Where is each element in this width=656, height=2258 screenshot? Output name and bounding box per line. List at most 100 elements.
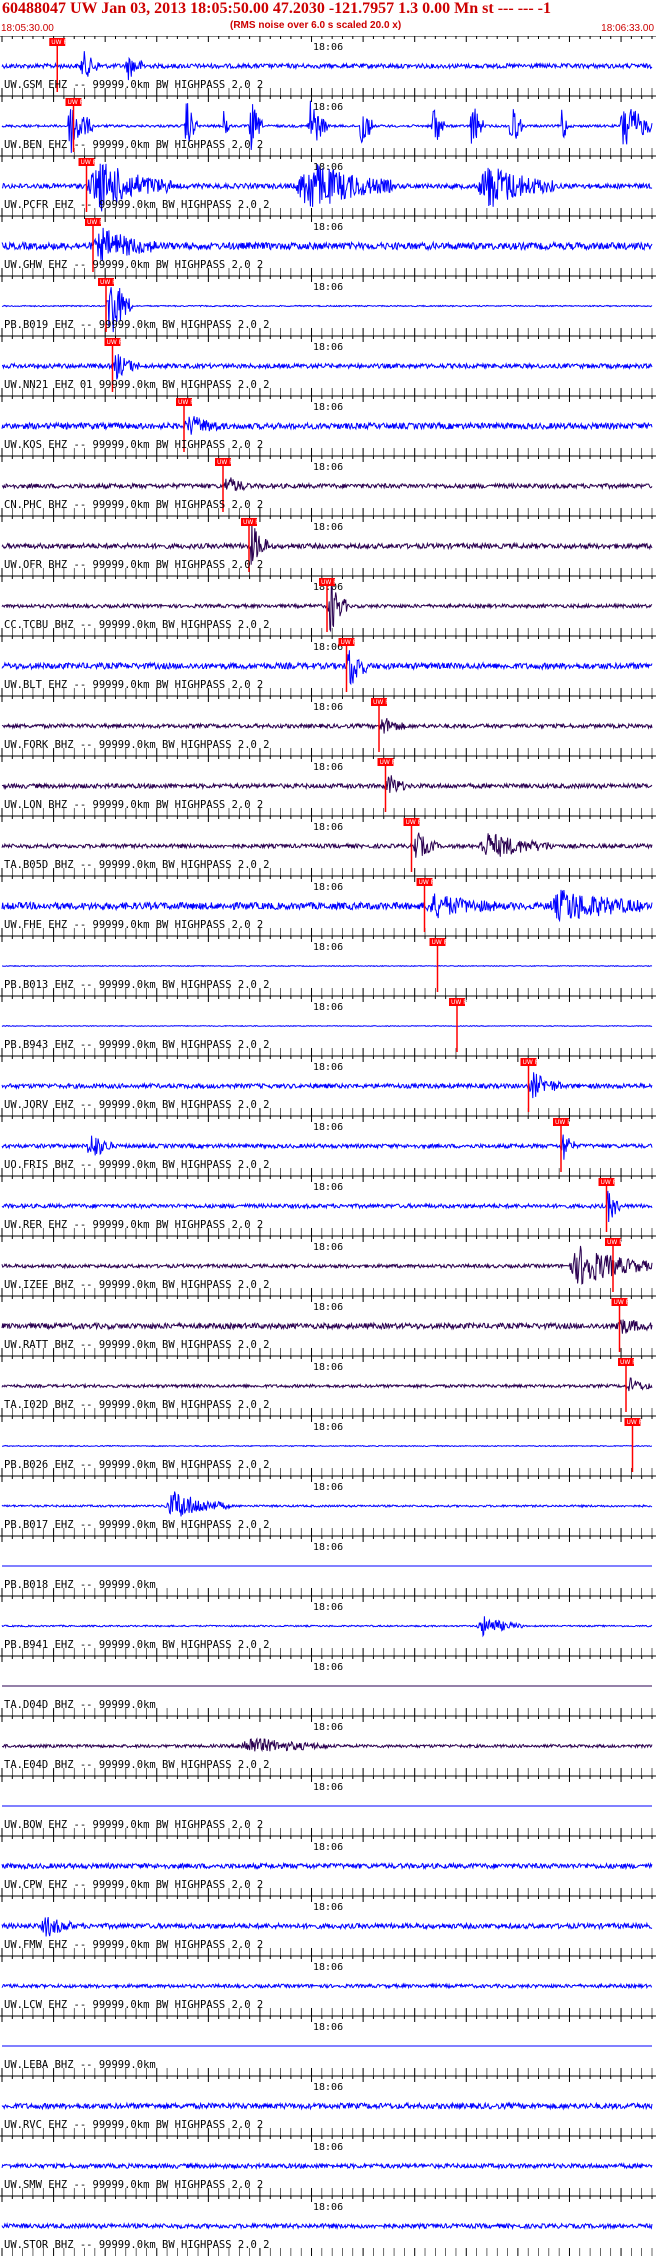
station-label: UW.FORK BHZ -- 99999.0km BW HIGHPASS 2.0… (4, 739, 270, 751)
pick-label: UW P (373, 699, 389, 706)
trace-panel: 18:06 UW P UW.OFR BHZ -- 99999.0km BW HIGH… (0, 515, 656, 576)
trace-panel: 18:06 UW P UW.RER EHZ -- 99999.0km BW HIGH… (0, 1175, 656, 1236)
station-label: CN.PHC BHZ -- 99999.0km BW HIGHPASS 2.0 … (4, 499, 263, 511)
waveform-trace (1, 1319, 653, 1334)
station-label: UW.JORV EHZ -- 99999.0km BW HIGHPASS 2.0… (4, 1099, 270, 1111)
waveform-trace (1, 51, 653, 81)
pick-label: UW P (620, 1359, 636, 1366)
station-label: UW.GHW EHZ -- 99999.0km BW HIGHPASS 2.0 … (4, 259, 263, 271)
waveform-trace (1, 1377, 653, 1392)
trace-panel: 18:06 UW P UW.GHW EHZ -- 99999.0km BW HIGH… (0, 215, 656, 276)
pick-label: UW P (243, 519, 259, 526)
time-tick-label: 18:06 (313, 1842, 343, 1853)
time-tick-label: 18:06 (313, 1482, 343, 1493)
trace-panel: 18:06 UW P TA.B05D BHZ -- 99999.0km BW HIG… (0, 815, 656, 876)
rms-note: (RMS noise over 6.0 s scaled 20.0 x) (230, 20, 402, 31)
time-tick-label: 18:06 (313, 1242, 343, 1253)
pick-label: UW P (68, 99, 84, 106)
trace-panel: 18:06 UW P UW.JORV EHZ -- 99999.0km BW HIG… (0, 1055, 656, 1116)
trace-panel: 18:06 PB.B941 EHZ -- 99999.0km BW HIGHPAS… (0, 1595, 656, 1656)
time-tick-label: 18:06 (313, 1542, 343, 1553)
pick-label: UW P (178, 399, 194, 406)
time-tick-label: 18:06 (313, 522, 343, 533)
trace-panel: 18:06 UW P UW.BEN EHZ -- 99999.0km BW HIGH… (0, 95, 656, 156)
pick-label: UW P (432, 939, 448, 946)
time-tick-label: 18:06 (313, 702, 343, 713)
waveform-trace (1, 1190, 653, 1223)
time-tick-label: 18:06 (313, 462, 343, 473)
trace-panel: 18:06 UW.STOR BHZ -- 99999.0km BW HIGHPAS… (0, 2195, 656, 2256)
time-tick-label: 18:06 (313, 1902, 343, 1913)
pick-label: UW P (87, 219, 103, 226)
waveform-trace (1, 1982, 653, 1990)
pick-label: UW P (341, 639, 357, 646)
pick-label: UW P (51, 39, 67, 46)
station-label: TA.B05D BHZ -- 99999.0km BW HIGHPASS 2.0… (4, 859, 270, 871)
station-label: PB.B017 EHZ -- 99999.0km BW HIGHPASS 2.0… (4, 1519, 270, 1531)
station-label: UW.FMW EHZ -- 99999.0km BW HIGHPASS 2.0 … (4, 1939, 263, 1951)
station-label: UW.BEN EHZ -- 99999.0km BW HIGHPASS 2.0 … (4, 139, 263, 151)
waveform-trace (1, 2162, 653, 2171)
trace-panel: 18:06 UW.FMW EHZ -- 99999.0km BW HIGHPASS… (0, 1895, 656, 1956)
station-label: UW.STOR BHZ -- 99999.0km BW HIGHPASS 2.0… (4, 2239, 270, 2251)
station-label: PB.B013 EHZ -- 99999.0km BW HIGHPASS 2.0… (4, 979, 270, 991)
trace-panel: 18:06 UW.RVC EHZ -- 99999.0km BW HIGHPASS… (0, 2075, 656, 2136)
seismogram-plot: 18:06 UW P UW.GSM EHZ -- 99999.0km BW HIGH… (0, 36, 656, 2256)
pick-label: UW P (614, 1299, 630, 1306)
waveform-trace (1, 1072, 653, 1099)
trace-panel: 18:06 UW P PB.B943 EHZ -- 99999.0km BW HIG… (0, 995, 656, 1056)
trace-panel: 18:06 UW P UW.RATT BHZ -- 99999.0km BW HIG… (0, 1295, 656, 1356)
time-tick-label: 18:06 (313, 282, 343, 293)
event-summary: 60488047 UW Jan 03, 2013 18:05:50.00 47.… (2, 0, 551, 17)
station-label: TA.I02D BHZ -- 99999.0km BW HIGHPASS 2.0… (4, 1399, 270, 1411)
trace-panel: 18:06 UW.LCW EHZ -- 99999.0km BW HIGHPASS… (0, 1955, 656, 2016)
trace-panel: 18:06UW PUW.BLT EHZ -- 99999.0km BW HIGH… (0, 635, 656, 696)
station-label: UW.SMW EHZ -- 99999.0km BW HIGHPASS 2.0 … (4, 2179, 263, 2191)
waveform-trace (1, 416, 653, 435)
trace-panel: 18:06 UW P UW.IZEE BHZ -- 99999.0km BW HIG… (0, 1235, 656, 1296)
waveform-trace (1, 2222, 653, 2231)
trace-panel: 18:06 UW P TA.I02D BHZ -- 99999.0km BW HIG… (0, 1355, 656, 1416)
trace-panel: 18:06UW PCC.TCBU BHZ -- 99999.0km BW HIG… (0, 575, 656, 636)
trace-panel: 18:06 UW P CN.PHC BHZ -- 99999.0km BW HIGH… (0, 455, 656, 516)
station-label: UW.OFR BHZ -- 99999.0km BW HIGHPASS 2.0 … (4, 559, 263, 571)
station-label: PB.B019 EHZ -- 99999.0km BW HIGHPASS 2.0… (4, 319, 270, 331)
station-label: CC.TCBU BHZ -- 99999.0km BW HIGHPASS 2.0… (4, 619, 270, 631)
waveform-trace (1, 1737, 653, 1753)
station-label: UW.LEBA BHZ -- 99999.0km (4, 2059, 156, 2071)
pick-label: UW P (419, 879, 435, 886)
time-tick-label: 18:06 (313, 1722, 343, 1733)
waveform-trace (1, 889, 653, 923)
station-label: TA.E04D BHZ -- 99999.0km BW HIGHPASS 2.0… (4, 1759, 270, 1771)
station-label: PB.B943 EHZ -- 99999.0km BW HIGHPASS 2.0… (4, 1039, 270, 1051)
pick-label: UW P (627, 1419, 643, 1426)
station-label: UW.CPW EHZ -- 99999.0km BW HIGHPASS 2.0 … (4, 1879, 263, 1891)
time-tick-label: 18:06 (313, 1062, 343, 1073)
pick-label: UW P (601, 1179, 617, 1186)
time-tick-label: 18:06 (313, 2202, 343, 2213)
waveform-trace (1, 1134, 653, 1160)
pick-label: UW P (81, 159, 97, 166)
pick-label: UW P (380, 759, 396, 766)
trace-panel: 18:06 TA.D04D BHZ -- 99999.0km (0, 1655, 656, 1716)
station-label: UW.KOS EHZ -- 99999.0km BW HIGHPASS 2.0 … (4, 439, 263, 451)
time-tick-label: 18:06 (313, 762, 343, 773)
station-label: UW.PCFR EHZ -- 99999.0km BW HIGHPASS 2.0… (4, 199, 270, 211)
station-label: PB.B026 EHZ -- 99999.0km BW HIGHPASS 2.0… (4, 1459, 270, 1471)
waveform-trace (1, 1024, 653, 1028)
trace-panel: 18:06 TA.E04D BHZ -- 99999.0km BW HIGHPAS… (0, 1715, 656, 1776)
pick-label: UW P (100, 279, 116, 286)
time-tick-label: 18:06 (313, 822, 343, 833)
pick-label: UW P (523, 1059, 539, 1066)
waveform-trace (1, 1917, 653, 1937)
time-tick-label: 18:06 (313, 882, 343, 893)
waveform-trace (1, 354, 653, 380)
trace-panel: 18:06 UW.SMW EHZ -- 99999.0km BW HIGHPASS… (0, 2135, 656, 2196)
time-tick-label: 18:06 (313, 1122, 343, 1133)
station-label: UW.LCW EHZ -- 99999.0km BW HIGHPASS 2.0 … (4, 1999, 263, 2011)
station-label: UW.IZEE BHZ -- 99999.0km BW HIGHPASS 2.0… (4, 1279, 270, 1291)
time-tick-label: 18:06 (313, 2022, 343, 2033)
station-label: UW.FHE EHZ -- 99999.0km BW HIGHPASS 2.0 … (4, 919, 263, 931)
time-tick-label: 18:06 (313, 2142, 343, 2153)
time-tick-label: 18:06 (313, 1302, 343, 1313)
